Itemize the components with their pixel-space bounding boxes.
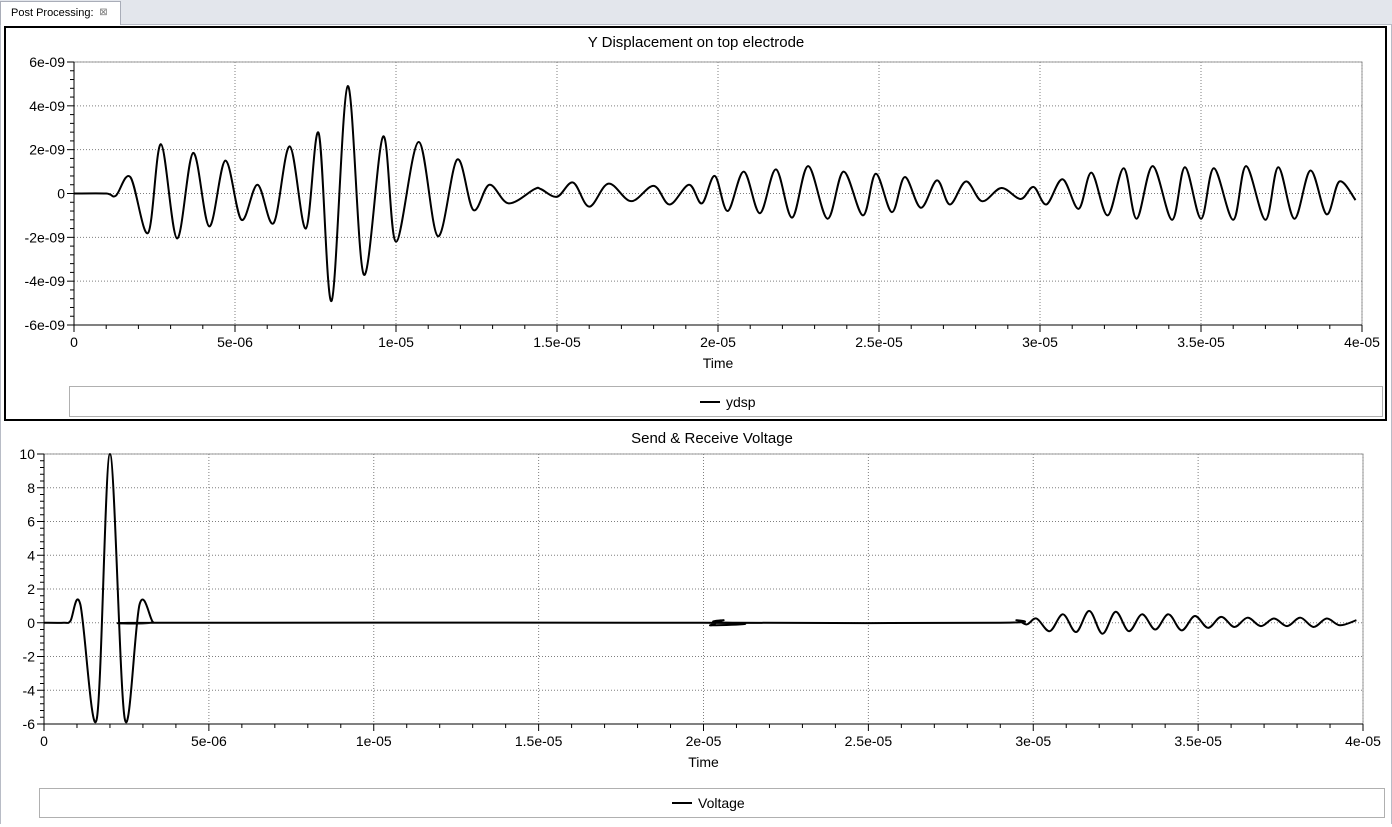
- chart-title: Send & Receive Voltage: [631, 430, 793, 447]
- x-tick-label: 1e-05: [356, 733, 392, 749]
- x-tick-label: 3.5e-05: [1177, 334, 1225, 350]
- y-tick-label: 8: [27, 480, 35, 496]
- x-axis-label: Time: [688, 754, 719, 770]
- x-tick-label: 4e-05: [1344, 334, 1380, 350]
- voltage-chart[interactable]: Send & Receive Voltage 0 5e-06 1e-05 1.5e-05…: [4, 424, 1387, 822]
- x-tick-label: 1.5e-05: [533, 334, 581, 350]
- close-icon[interactable]: ⊠: [98, 7, 109, 18]
- voltage-chart-panel[interactable]: Send & Receive Voltage 0 5e-06 1e-05 1.5e-05…: [4, 424, 1387, 822]
- y-tick-label: -6: [23, 716, 36, 732]
- y-tick-label: 4e-09: [29, 98, 65, 114]
- legend-line-swatch: [700, 400, 720, 403]
- x-tick-label: 1.5e-05: [515, 733, 563, 749]
- y-tick-label: 2e-09: [29, 142, 65, 158]
- tab-post-processing[interactable]: Post Processing: ⊠: [0, 1, 121, 25]
- y-tick-label: -4: [23, 682, 36, 698]
- x-tick-label: 2e-05: [686, 733, 722, 749]
- y-tick-label: 4: [27, 547, 35, 563]
- y-tick-label: -2: [23, 649, 36, 665]
- chart-title: Y Displacement on top electrode: [588, 34, 805, 51]
- x-axis-label: Time: [703, 355, 734, 371]
- x-tick-label: 2.5e-05: [845, 733, 893, 749]
- x-tick-label: 2.5e-05: [855, 334, 903, 350]
- series-line-voltage: [43, 453, 1357, 724]
- x-tick-label: 2e-05: [700, 334, 736, 350]
- y-tick-label: -2e-09: [25, 229, 66, 245]
- legend-item-voltage[interactable]: Voltage: [672, 789, 745, 817]
- displacement-chart[interactable]: Y Displacement on top electrode 0 5e-06 1e-…: [6, 28, 1385, 419]
- tab-label: Post Processing:: [11, 7, 94, 19]
- x-tick-label: 0: [40, 733, 48, 749]
- x-tick-label: 3e-05: [1022, 334, 1058, 350]
- displacement-legend: ydsp: [69, 386, 1383, 417]
- y-tick-label: 6: [27, 514, 35, 530]
- editor-tab-bar: Post Processing: ⊠: [0, 0, 1392, 25]
- x-tick-label: 1e-05: [378, 334, 414, 350]
- y-tick-label: 2: [27, 581, 35, 597]
- legend-label: Voltage: [698, 795, 745, 811]
- y-tick-label: 0: [27, 615, 35, 631]
- legend-label: ydsp: [726, 393, 756, 410]
- y-tick-label: -4e-09: [25, 273, 66, 289]
- y-tick-label: 0: [57, 186, 65, 202]
- x-tick-label: 3.5e-05: [1174, 733, 1222, 749]
- displacement-chart-panel[interactable]: Y Displacement on top electrode 0 5e-06 1e-…: [4, 26, 1387, 421]
- y-tick-label: 6e-09: [29, 54, 65, 70]
- y-tick-label: 10: [19, 446, 35, 462]
- x-tick-label: 5e-06: [191, 733, 227, 749]
- x-tick-label: 5e-06: [217, 334, 253, 350]
- voltage-legend: Voltage: [39, 788, 1385, 818]
- y-tick-label: -6e-09: [25, 317, 66, 333]
- x-tick-label: 0: [70, 334, 78, 350]
- legend-item-ydsp[interactable]: ydsp: [700, 387, 756, 416]
- x-tick-label: 4e-05: [1345, 733, 1381, 749]
- x-tick-label: 3e-05: [1015, 733, 1051, 749]
- legend-line-swatch: [672, 802, 692, 804]
